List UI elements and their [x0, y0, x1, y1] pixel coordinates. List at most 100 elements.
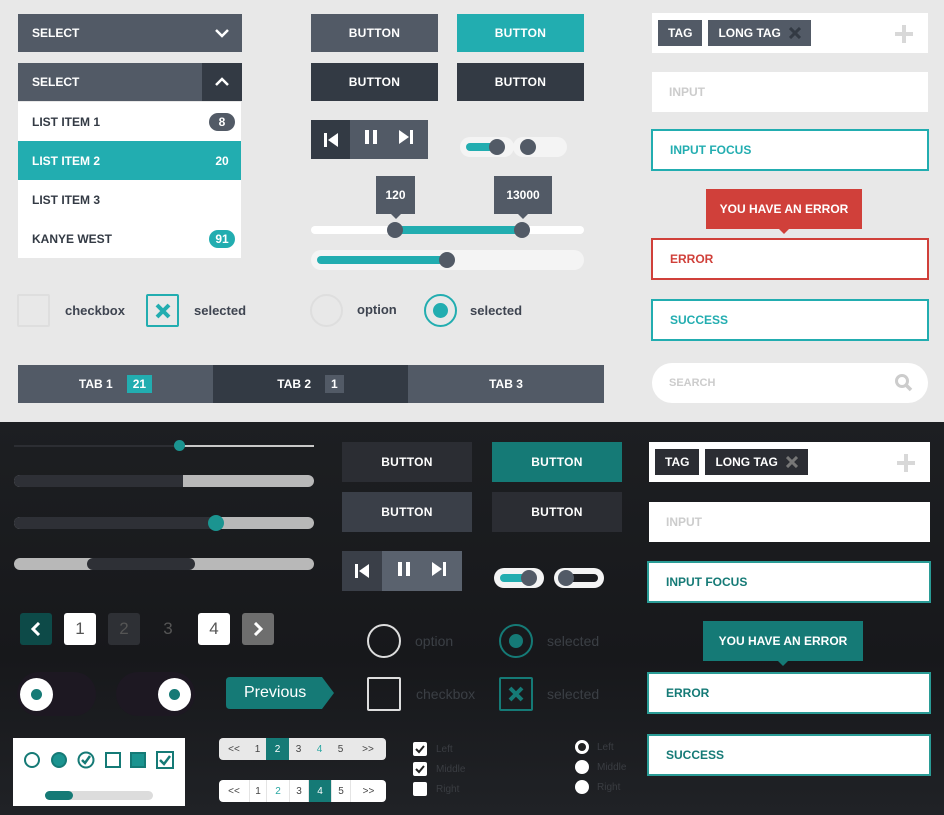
list-item[interactable]: LIST ITEM 1 8	[18, 102, 241, 141]
toggle-off[interactable]	[554, 568, 604, 588]
knob-slider[interactable]	[14, 515, 314, 531]
range-slider[interactable]	[14, 558, 314, 570]
toggle-knob[interactable]	[20, 678, 53, 711]
tab-1[interactable]: TAB 1 21	[18, 365, 213, 403]
pause-icon[interactable]	[365, 130, 377, 149]
round-toggle-right[interactable]	[116, 672, 195, 716]
page-3[interactable]: 3	[152, 613, 184, 645]
progress-slider[interactable]	[14, 475, 314, 487]
radio-selected[interactable]	[424, 294, 457, 327]
round-toggle-left[interactable]	[17, 672, 96, 716]
button-teal[interactable]: BUTTON	[492, 442, 622, 482]
pager-item[interactable]: 2	[266, 738, 289, 760]
check-circle-icon[interactable]	[77, 751, 95, 769]
tab-3[interactable]: TAB 3	[408, 365, 604, 403]
radio-icon[interactable]	[575, 780, 589, 794]
range-handle-min[interactable]	[387, 222, 403, 238]
pager-item[interactable]: <<	[219, 738, 249, 760]
checkbox[interactable]	[367, 677, 401, 711]
checkbox-checked-icon[interactable]	[156, 751, 174, 769]
slider-track[interactable]	[311, 250, 584, 270]
checkbox-icon[interactable]	[413, 782, 427, 796]
checkbox[interactable]	[17, 294, 50, 327]
select-open[interactable]: SELECT	[18, 63, 242, 101]
pager-item[interactable]: >>	[350, 738, 386, 760]
pause-icon[interactable]	[398, 561, 410, 581]
search-icon[interactable]	[895, 374, 913, 392]
button-slate[interactable]: BUTTON	[311, 14, 438, 52]
pager-item[interactable]: <<	[219, 780, 249, 802]
pager-item[interactable]: 4	[308, 780, 331, 802]
thin-slider-handle[interactable]	[174, 440, 185, 451]
radio-list-item[interactable]: Middle	[575, 757, 626, 777]
skip-back-icon[interactable]	[311, 120, 350, 159]
tag-removable[interactable]: LONG TAG	[705, 449, 808, 475]
toggle-on[interactable]	[460, 137, 514, 157]
radio-list-item[interactable]: Right	[575, 777, 626, 797]
input-focus-field[interactable]: INPUT FOCUS	[651, 129, 929, 171]
range-handle-max[interactable]	[514, 222, 530, 238]
skip-back-icon[interactable]	[342, 551, 382, 591]
skip-forward-icon[interactable]	[432, 561, 446, 581]
input-focus-field[interactable]: INPUT FOCUS	[647, 561, 931, 603]
radio[interactable]	[310, 294, 343, 327]
pager-item[interactable]: 4	[308, 738, 331, 760]
knob-slider-handle[interactable]	[208, 515, 224, 531]
pager-item[interactable]: 3	[289, 738, 308, 760]
input-field[interactable]: INPUT	[652, 72, 928, 112]
close-icon[interactable]	[785, 456, 798, 468]
radio-checked-icon[interactable]	[575, 740, 589, 754]
page-4[interactable]: 4	[198, 613, 230, 645]
tag-input[interactable]: TAG LONG TAG	[652, 13, 928, 53]
error-field[interactable]: ERROR	[651, 238, 929, 280]
tab-2[interactable]: TAB 2 1	[213, 365, 408, 403]
success-field[interactable]: SUCCESS	[651, 299, 929, 341]
checkbox-empty-icon[interactable]	[105, 752, 121, 768]
radio-empty-icon[interactable]	[24, 752, 40, 768]
toggle-knob[interactable]	[521, 570, 537, 586]
radio-icon[interactable]	[575, 760, 589, 774]
radio-filled-icon[interactable]	[51, 752, 67, 768]
checkbox-selected[interactable]	[499, 677, 533, 711]
button-dark[interactable]: BUTTON	[311, 63, 438, 101]
pager-item[interactable]: 5	[331, 780, 350, 802]
list-item[interactable]: LIST ITEM 3	[18, 180, 241, 219]
pager-item[interactable]: 1	[249, 738, 266, 760]
skip-forward-icon[interactable]	[399, 130, 413, 149]
button-dark-2[interactable]: BUTTON	[457, 63, 584, 101]
checkbox-checked-icon[interactable]	[413, 742, 427, 756]
list-item[interactable]: KANYE WEST 91	[18, 219, 241, 258]
checkbox-selected[interactable]	[146, 294, 179, 327]
button-slate[interactable]: BUTTON	[342, 492, 472, 532]
pager-item[interactable]: 2	[266, 780, 289, 802]
tag[interactable]: TAG	[655, 449, 700, 475]
success-field[interactable]: SUCCESS	[647, 734, 931, 776]
previous-button[interactable]: Previous	[226, 677, 334, 709]
range-slider-thumb[interactable]	[87, 558, 195, 570]
list-item[interactable]: LIST ITEM 2 20	[18, 141, 241, 180]
toggle-knob[interactable]	[158, 678, 191, 711]
radio-list-item[interactable]: Left	[575, 737, 626, 757]
toggle-off[interactable]	[513, 137, 567, 157]
plus-icon[interactable]	[897, 454, 915, 472]
button-dark-2[interactable]: BUTTON	[492, 492, 622, 532]
close-icon[interactable]	[788, 27, 801, 39]
tag-input[interactable]: TAG LONG TAG	[649, 442, 930, 482]
pager-item[interactable]: 5	[331, 738, 350, 760]
pager-item[interactable]: 3	[289, 780, 308, 802]
input-field[interactable]: INPUT	[649, 502, 930, 542]
thin-slider[interactable]	[14, 440, 314, 451]
search-input[interactable]: SEARCH	[652, 363, 928, 403]
tag[interactable]: TAG	[658, 20, 703, 46]
radio[interactable]	[367, 624, 401, 658]
error-field[interactable]: ERROR	[647, 672, 931, 714]
page-2[interactable]: 2	[108, 613, 140, 645]
toggle-knob[interactable]	[558, 570, 574, 586]
toggle-knob[interactable]	[520, 139, 536, 155]
toggle-knob[interactable]	[489, 139, 505, 155]
radio-selected[interactable]	[499, 624, 533, 658]
checkbox-checked-icon[interactable]	[413, 762, 427, 776]
page-1[interactable]: 1	[64, 613, 96, 645]
button-teal[interactable]: BUTTON	[457, 14, 584, 52]
plus-icon[interactable]	[895, 25, 913, 43]
